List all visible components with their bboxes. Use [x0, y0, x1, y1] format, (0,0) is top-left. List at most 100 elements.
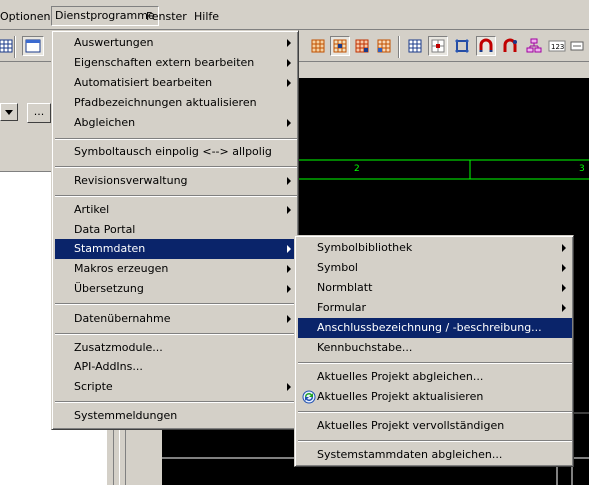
menu-item-label: Übersetzung: [74, 282, 144, 295]
column-label: 3: [579, 164, 585, 174]
submenu-arrow-icon: [287, 59, 291, 67]
menu-item-label: API-AddIns...: [74, 360, 143, 373]
submenu-arrow-icon: [287, 206, 291, 214]
magnet-red-icon[interactable]: [500, 36, 520, 56]
menu-item-symboltausch[interactable]: Symboltausch einpolig <--> allpolig: [55, 142, 297, 162]
target-icon[interactable]: [428, 36, 448, 56]
menu-item-label: Stammdaten: [74, 242, 146, 255]
menu-item-label: Datenübernahme: [74, 312, 171, 325]
menu-separator: [55, 303, 297, 305]
grid-blue-icon[interactable]: [405, 36, 425, 56]
menu-separator: [298, 362, 572, 364]
menu-item-label: Makros erzeugen: [74, 262, 169, 275]
chevron-down-icon: [5, 109, 13, 115]
submenu-arrow-icon: [287, 119, 291, 127]
submenu-arrow-icon: [287, 315, 291, 323]
menu-item-label: Zusatzmodule...: [74, 341, 163, 354]
menu-item-label: Aktuelles Projekt vervollständigen: [317, 419, 505, 432]
menu-item-label: Automatisiert bearbeiten: [74, 76, 213, 89]
menu-item-formular[interactable]: Formular: [298, 298, 572, 318]
menu-hilfe[interactable]: Hilfe: [191, 7, 222, 27]
menu-separator: [55, 401, 297, 403]
menu-item-uebersetzung[interactable]: Übersetzung: [55, 279, 297, 299]
menu-item-zusatzmodule[interactable]: Zusatzmodule...: [55, 338, 297, 358]
combo-dropdown-button[interactable]: [0, 103, 18, 121]
menu-item-scripte[interactable]: Scripte: [55, 377, 297, 397]
dienstprogramme-menu: Auswertungen Eigenschaften extern bearbe…: [51, 30, 299, 430]
refresh-icon: [302, 390, 316, 404]
menu-item-stammdaten[interactable]: Stammdaten: [55, 239, 297, 259]
submenu-arrow-icon: [287, 245, 291, 253]
submenu-arrow-icon: [287, 383, 291, 391]
submenu-arrow-icon: [287, 285, 291, 293]
menu-item-revisionsverwaltung[interactable]: Revisionsverwaltung: [55, 171, 297, 191]
stammdaten-submenu: Symbolbibliothek Symbol Normblatt Formul…: [294, 235, 574, 467]
menu-item-label: Symbolbibliothek: [317, 241, 413, 254]
menu-separator: [55, 333, 297, 335]
menu-separator: [298, 411, 572, 413]
menu-item-symbolbibliothek[interactable]: Symbolbibliothek: [298, 238, 572, 258]
menu-separator: [55, 138, 297, 140]
menu-separator: [55, 195, 297, 197]
menu-fenster[interactable]: Fenster: [143, 7, 190, 27]
menu-item-label: Aktuelles Projekt abgleichen...: [317, 370, 484, 383]
menu-item-label: Systemstammdaten abgleichen...: [317, 448, 503, 461]
submenu-arrow-icon: [287, 39, 291, 47]
submenu-arrow-icon: [287, 265, 291, 273]
submenu-arrow-icon: [287, 177, 291, 185]
menu-separator: [55, 166, 297, 168]
menu-item-makros[interactable]: Makros erzeugen: [55, 259, 297, 279]
frame-icon[interactable]: [452, 36, 472, 56]
chart-icon[interactable]: [524, 36, 544, 56]
cell-pressed-icon[interactable]: [330, 36, 350, 56]
submenu-arrow-icon: [562, 244, 566, 252]
menu-item-label: Revisionsverwaltung: [74, 174, 188, 187]
menu-item-label: Systemmeldungen: [74, 409, 178, 422]
menu-item-label: Symbol: [317, 261, 358, 274]
box-icon[interactable]: [567, 36, 587, 56]
menu-item-label: Aktuelles Projekt aktualisieren: [317, 390, 484, 403]
cell-blue-icon[interactable]: [374, 36, 394, 56]
menu-item-label: Scripte: [74, 380, 113, 393]
menu-item-label: Kennbuchstabe...: [317, 341, 413, 354]
menu-item-label: Symboltausch einpolig <--> allpolig: [74, 145, 272, 158]
menu-item-automatisiert[interactable]: Automatisiert bearbeiten: [55, 73, 297, 93]
menu-separator: [298, 440, 572, 442]
cell-red-icon[interactable]: [352, 36, 372, 56]
menu-item-label: Data Portal: [74, 223, 136, 236]
menu-optionen[interactable]: Optionen: [0, 7, 53, 27]
menu-item-systemmeldungen[interactable]: Systemmeldungen: [55, 406, 297, 426]
menu-item-data-portal[interactable]: Data Portal: [55, 220, 297, 240]
cell-orange-icon[interactable]: [308, 36, 328, 56]
svg-text:123: 123: [551, 43, 564, 51]
menu-item-datenuebernahme[interactable]: Datenübernahme: [55, 309, 297, 329]
menu-item-kennbuchstabe[interactable]: Kennbuchstabe...: [298, 338, 572, 358]
ellipsis-button[interactable]: ...: [27, 103, 51, 123]
menu-item-eigenschaften[interactable]: Eigenschaften extern bearbeiten: [55, 53, 297, 73]
menu-item-projekt-aktualisieren[interactable]: Aktuelles Projekt aktualisieren: [298, 387, 572, 407]
menu-item-artikel[interactable]: Artikel: [55, 200, 297, 220]
magnet-icon[interactable]: [476, 36, 496, 56]
menu-item-projekt-abgleichen[interactable]: Aktuelles Projekt abgleichen...: [298, 367, 572, 387]
menu-item-projekt-vervollstaendigen[interactable]: Aktuelles Projekt vervollständigen: [298, 416, 572, 436]
menu-item-label: Normblatt: [317, 281, 373, 294]
menu-item-label: Abgleichen: [74, 116, 136, 129]
submenu-arrow-icon: [562, 264, 566, 272]
menu-item-abgleichen[interactable]: Abgleichen: [55, 113, 297, 133]
menu-item-normblatt[interactable]: Normblatt: [298, 278, 572, 298]
menu-item-symbol[interactable]: Symbol: [298, 258, 572, 278]
menu-item-label: Anschlussbezeichnung / -beschreibung...: [317, 321, 542, 334]
t-label-icon[interactable]: 123: [547, 36, 567, 56]
menu-item-api-addins[interactable]: API-AddIns...: [55, 357, 297, 377]
menu-item-auswertungen[interactable]: Auswertungen: [55, 33, 297, 53]
menu-item-label: Auswertungen: [74, 36, 154, 49]
window-icon[interactable]: [22, 36, 44, 56]
column-label: 2: [354, 164, 360, 174]
menu-item-pfadbezeichnungen[interactable]: Pfadbezeichnungen aktualisieren: [55, 93, 297, 113]
menu-item-label: Pfadbezeichnungen aktualisieren: [74, 96, 257, 109]
submenu-arrow-icon: [562, 304, 566, 312]
menu-item-anschlussbezeichnung[interactable]: Anschlussbezeichnung / -beschreibung...: [298, 318, 572, 338]
menu-item-systemstammdaten[interactable]: Systemstammdaten abgleichen...: [298, 445, 572, 465]
submenu-arrow-icon: [287, 79, 291, 87]
submenu-arrow-icon: [562, 284, 566, 292]
